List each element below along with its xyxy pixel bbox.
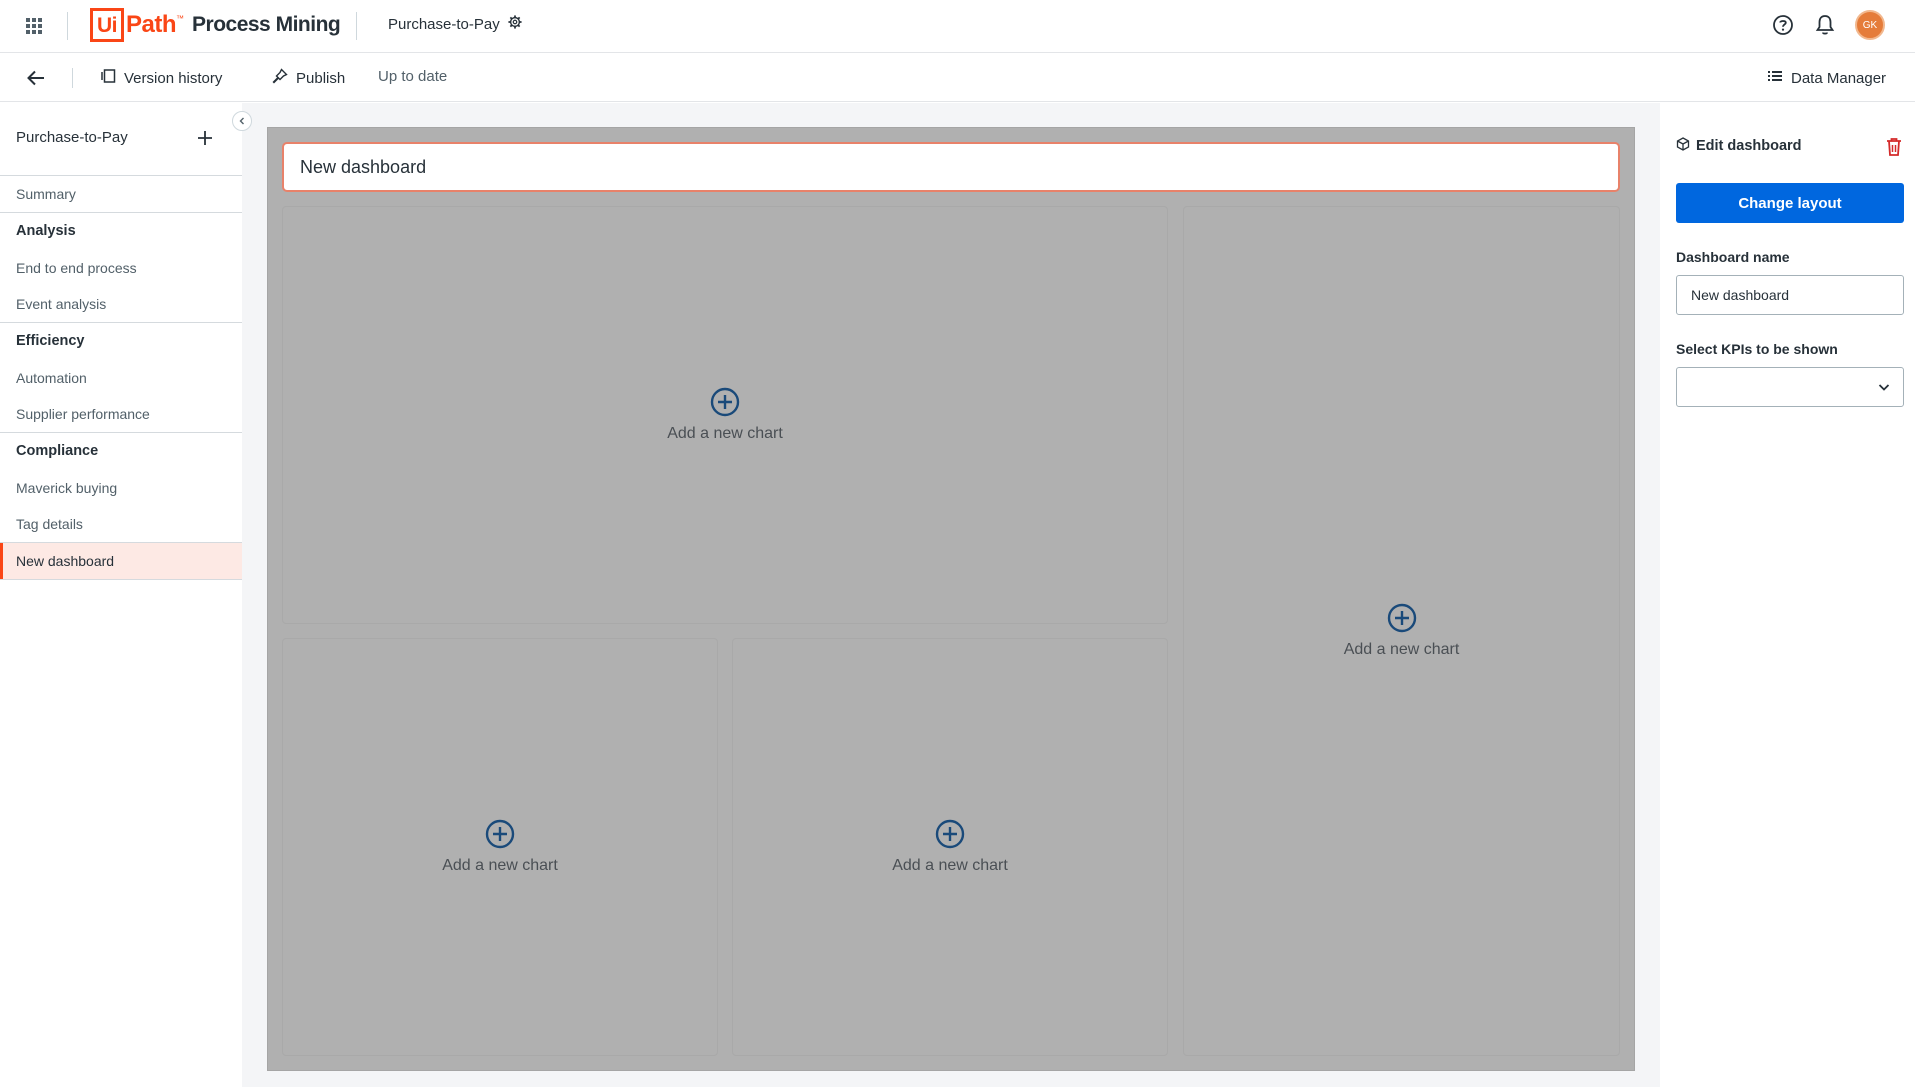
sidebar-group-efficiency[interactable]: Efficiency bbox=[0, 323, 242, 360]
sidebar-item-tag-details[interactable]: Tag details bbox=[0, 506, 242, 542]
sidebar-separator bbox=[0, 579, 242, 580]
edit-dashboard-title: Edit dashboard bbox=[1696, 138, 1802, 154]
product-name: Process Mining bbox=[192, 13, 341, 36]
version-history-button[interactable]: Version history bbox=[100, 68, 222, 88]
version-history-label: Version history bbox=[124, 69, 223, 87]
chart-slot-bottom-middle[interactable]: Add a new chart bbox=[732, 638, 1168, 1056]
add-circle-plus-icon bbox=[485, 819, 515, 849]
sidebar-nav-list: Summary Analysis End to end process Even… bbox=[0, 175, 242, 580]
sidebar-item-supplier-performance[interactable]: Supplier performance bbox=[0, 396, 242, 432]
data-manager-button[interactable]: Data Manager bbox=[1767, 68, 1886, 88]
collapse-sidebar-chevron-left-icon[interactable] bbox=[232, 111, 252, 131]
cube-icon bbox=[1676, 137, 1690, 155]
user-avatar[interactable]: GK bbox=[1855, 10, 1885, 40]
dashboard-title-input[interactable]: New dashboard bbox=[282, 142, 1620, 192]
dashboard-sidebar: Purchase-to-Pay Summary Analysis End to … bbox=[0, 103, 242, 1087]
sidebar-item-new-dashboard[interactable]: New dashboard bbox=[0, 543, 242, 579]
process-selector[interactable]: Purchase-to-Pay bbox=[388, 15, 522, 33]
add-chart-label: Add a new chart bbox=[442, 857, 558, 874]
help-icon[interactable] bbox=[1771, 13, 1795, 37]
logo-ui-mark: Ui bbox=[90, 8, 124, 42]
back-arrow-icon[interactable] bbox=[24, 66, 48, 90]
data-manager-label: Data Manager bbox=[1791, 69, 1887, 87]
logo-trademark: ™ bbox=[176, 14, 185, 23]
sidebar-item-end-to-end-process[interactable]: End to end process bbox=[0, 250, 242, 286]
sidebar-item-maverick-buying[interactable]: Maverick buying bbox=[0, 470, 242, 506]
top-header: Ui Path ™ Process Mining Purchase-to-Pay bbox=[0, 0, 1915, 53]
toolbar: Version history Publish Up to date Data … bbox=[0, 54, 1915, 102]
sidebar-item-event-analysis[interactable]: Event analysis bbox=[0, 286, 242, 322]
chart-slot-right[interactable]: Add a new chart bbox=[1183, 206, 1620, 1056]
delete-trash-icon[interactable] bbox=[1885, 137, 1903, 157]
sidebar-title: Purchase-to-Pay bbox=[16, 129, 128, 146]
header-divider bbox=[67, 12, 68, 40]
header-actions: GK bbox=[1771, 10, 1885, 40]
version-history-icon bbox=[100, 68, 116, 88]
publish-status-text: Up to date bbox=[378, 68, 448, 85]
list-icon bbox=[1767, 68, 1783, 88]
add-circle-plus-icon bbox=[935, 819, 965, 849]
process-name-label: Purchase-to-Pay bbox=[388, 15, 500, 33]
uipath-logo[interactable]: Ui Path ™ Process Mining bbox=[90, 8, 341, 42]
sidebar-item-automation[interactable]: Automation bbox=[0, 360, 242, 396]
sidebar-item-summary[interactable]: Summary bbox=[0, 176, 242, 212]
chart-slot-bottom-left[interactable]: Add a new chart bbox=[282, 638, 718, 1056]
notifications-bell-icon[interactable] bbox=[1813, 13, 1837, 37]
header-divider bbox=[356, 12, 357, 40]
change-layout-button[interactable]: Change layout bbox=[1676, 183, 1904, 223]
edit-dashboard-header: Edit dashboard bbox=[1676, 137, 1802, 155]
add-chart-label: Add a new chart bbox=[667, 425, 783, 442]
add-chart-label: Add a new chart bbox=[892, 857, 1008, 874]
sidebar-group-compliance[interactable]: Compliance bbox=[0, 433, 242, 470]
add-dashboard-plus-icon[interactable] bbox=[196, 129, 214, 147]
select-kpis-label: Select KPIs to be shown bbox=[1676, 341, 1838, 357]
toolbar-divider bbox=[72, 68, 73, 88]
edit-dashboard-panel: Edit dashboard Change layout Dashboard n… bbox=[1660, 103, 1915, 1087]
kpi-select-dropdown[interactable] bbox=[1676, 367, 1904, 407]
publish-pin-icon bbox=[272, 68, 288, 88]
dashboard-name-label: Dashboard name bbox=[1676, 249, 1790, 265]
add-circle-plus-icon bbox=[710, 387, 740, 417]
add-circle-plus-icon bbox=[1387, 603, 1417, 633]
gear-icon[interactable] bbox=[508, 15, 522, 33]
chart-slot-top-left[interactable]: Add a new chart bbox=[282, 206, 1168, 624]
apps-grid-icon[interactable] bbox=[24, 16, 44, 36]
chevron-down-icon bbox=[1877, 380, 1891, 394]
publish-label: Publish bbox=[296, 69, 346, 87]
sidebar-group-analysis[interactable]: Analysis bbox=[0, 213, 242, 250]
add-chart-label: Add a new chart bbox=[1343, 641, 1460, 658]
publish-button[interactable]: Publish bbox=[272, 68, 345, 88]
dashboard-name-input[interactable]: New dashboard bbox=[1676, 275, 1904, 315]
logo-path-text: Path bbox=[126, 11, 177, 38]
